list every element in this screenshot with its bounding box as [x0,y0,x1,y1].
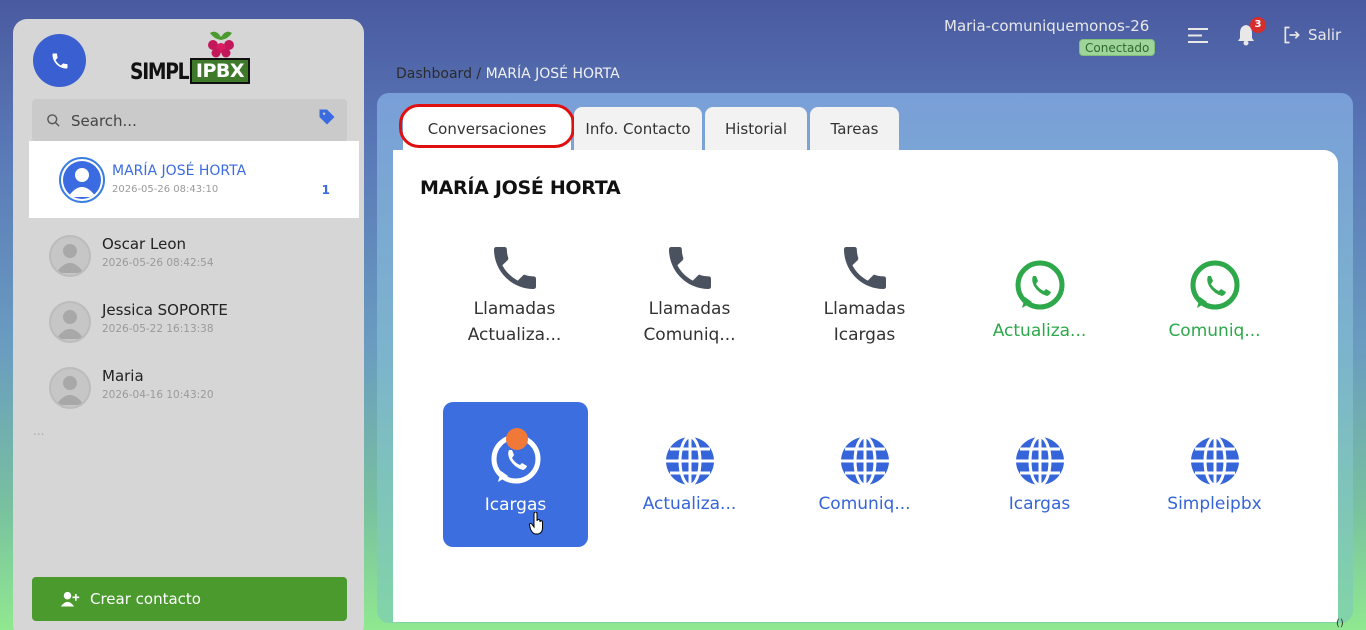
channel-label: Llamadas [473,299,556,319]
phone-icon [668,247,711,289]
channel-sublabel: Actualiza... [467,325,562,345]
whatsapp-icon [1015,260,1064,310]
tab-info-contacto[interactable]: Info. Contacto [574,107,702,151]
logout-button[interactable]: Salir [1282,25,1341,45]
whatsapp-icon [1190,260,1239,310]
channel-web-comuniq[interactable]: Comuniq... [792,435,937,580]
highlight-ring [399,104,575,148]
breadcrumb-current: MARÍA JOSÉ HORTA [485,66,620,82]
contact-title: MARÍA JOSÉ HORTA [420,177,621,199]
tab-historial[interactable]: Historial [705,107,807,151]
contact-item-jessica-soporte[interactable]: Jessica SOPORTE 2026-05-22 16:13:38 [29,289,359,355]
unread-count: 1 [321,183,330,197]
channel-web-actualiza[interactable]: Actualiza... [617,435,762,580]
add-user-icon [60,591,80,607]
contact-item-maria-jose-horta[interactable]: MARÍA JOSÉ HORTA 2026-05-26 08:43:10 1 [29,141,359,218]
globe-icon [1190,435,1239,487]
channel-sublabel: Icargas [833,325,896,345]
channel-label: Actualiza... [992,321,1087,341]
new-message-dot [506,428,528,450]
contact-item-oscar-leon[interactable]: Oscar Leon 2026-05-26 08:42:54 [29,223,359,289]
channel-whatsapp-icargas[interactable]: Icargas [443,402,588,547]
avatar [49,367,91,409]
simpleipbx-logo: SIMPLE IPBX [128,29,253,87]
more-contacts-ellipsis: ... [33,424,45,438]
channel-label: Llamadas [648,299,731,319]
channel-call-comuniq[interactable]: Llamadas Comuniq... [617,240,762,385]
contact-item-maria[interactable]: Maria 2026-04-16 10:43:20 [29,355,359,421]
phone-icon [843,247,886,289]
globe-icon [840,435,889,487]
logo-ipbx-text: IPBX [190,58,250,84]
avatar [49,301,91,343]
channel-whatsapp-comuniq[interactable]: Comuniq... [1142,258,1287,403]
contact-name: Maria [102,367,144,385]
logout-icon [1284,26,1300,44]
contact-name: Oscar Leon [102,235,187,253]
status-badge: Conectado [1079,39,1156,56]
tab-label: Tareas [830,120,879,138]
hand-cursor-icon [529,512,543,535]
create-contact-label: Crear contacto [90,590,201,608]
tab-tareas[interactable]: Tareas [810,107,899,151]
sidebar: SIMPLE IPBX Search... MARÍA JOSÉ HORTA 2… [13,19,364,630]
contact-date: 2026-05-22 16:13:38 [102,323,214,335]
channel-label: Comuniq... [1168,321,1261,341]
contact-date: 2026-04-16 10:43:20 [102,389,214,401]
channel-label: Icargas [1008,494,1071,514]
tab-conversaciones[interactable]: Conversaciones [399,104,575,151]
channel-web-icargas[interactable]: Icargas [967,435,1112,580]
search-box[interactable]: Search... [32,99,347,142]
tab-bar: Conversaciones Info. Contacto Historial … [399,104,902,151]
tab-label: Historial [724,120,787,138]
contact-name: MARÍA JOSÉ HORTA [112,163,247,179]
breadcrumb-root[interactable]: Dashboard [396,66,472,82]
channel-call-actualiza[interactable]: Llamadas Actualiza... [442,240,587,385]
channel-call-icargas[interactable]: Llamadas Icargas [792,240,937,385]
logout-label: Salir [1308,26,1342,44]
globe-icon [665,435,714,487]
phone-icon [493,247,536,289]
avatar [49,235,91,277]
channel-label: Comuniq... [818,494,911,514]
phone-icon [52,53,67,68]
contact-date: 2026-05-26 08:43:10 [112,184,219,195]
search-icon [47,114,60,127]
conversations-card: MARÍA JOSÉ HORTA Llamadas Actualiza... L… [393,150,1338,622]
raspberry-logo-icon [208,31,234,58]
tag-icon[interactable] [317,107,337,127]
channel-whatsapp-actualiza[interactable]: Actualiza... [967,258,1112,403]
channel-label: Llamadas [823,299,906,319]
menu-icon[interactable] [1188,27,1210,44]
tab-label: Info. Contacto [585,120,691,138]
breadcrumb: Dashboard / MARÍA JOSÉ HORTA [396,66,620,82]
channel-label: Simpleipbx [1167,494,1262,514]
channel-web-simpleipbx[interactable]: Simpleipbx [1142,435,1287,580]
breadcrumb-separator: / [471,66,486,82]
channel-label: Actualiza... [642,494,737,514]
contact-date: 2026-05-26 08:42:54 [102,257,214,269]
create-contact-button[interactable]: Crear contacto [32,577,347,621]
search-input[interactable]: Search... [71,112,137,130]
notification-count-badge: 3 [1250,17,1266,33]
current-user-name: Maria-comuniquemonos-26 [944,17,1150,35]
globe-icon [1015,435,1064,487]
channel-sublabel: Comuniq... [643,325,736,345]
contact-name: Jessica SOPORTE [102,301,228,319]
phone-call-button[interactable] [33,34,86,87]
avatar [59,157,105,203]
corner-indicator: () [1336,618,1344,629]
